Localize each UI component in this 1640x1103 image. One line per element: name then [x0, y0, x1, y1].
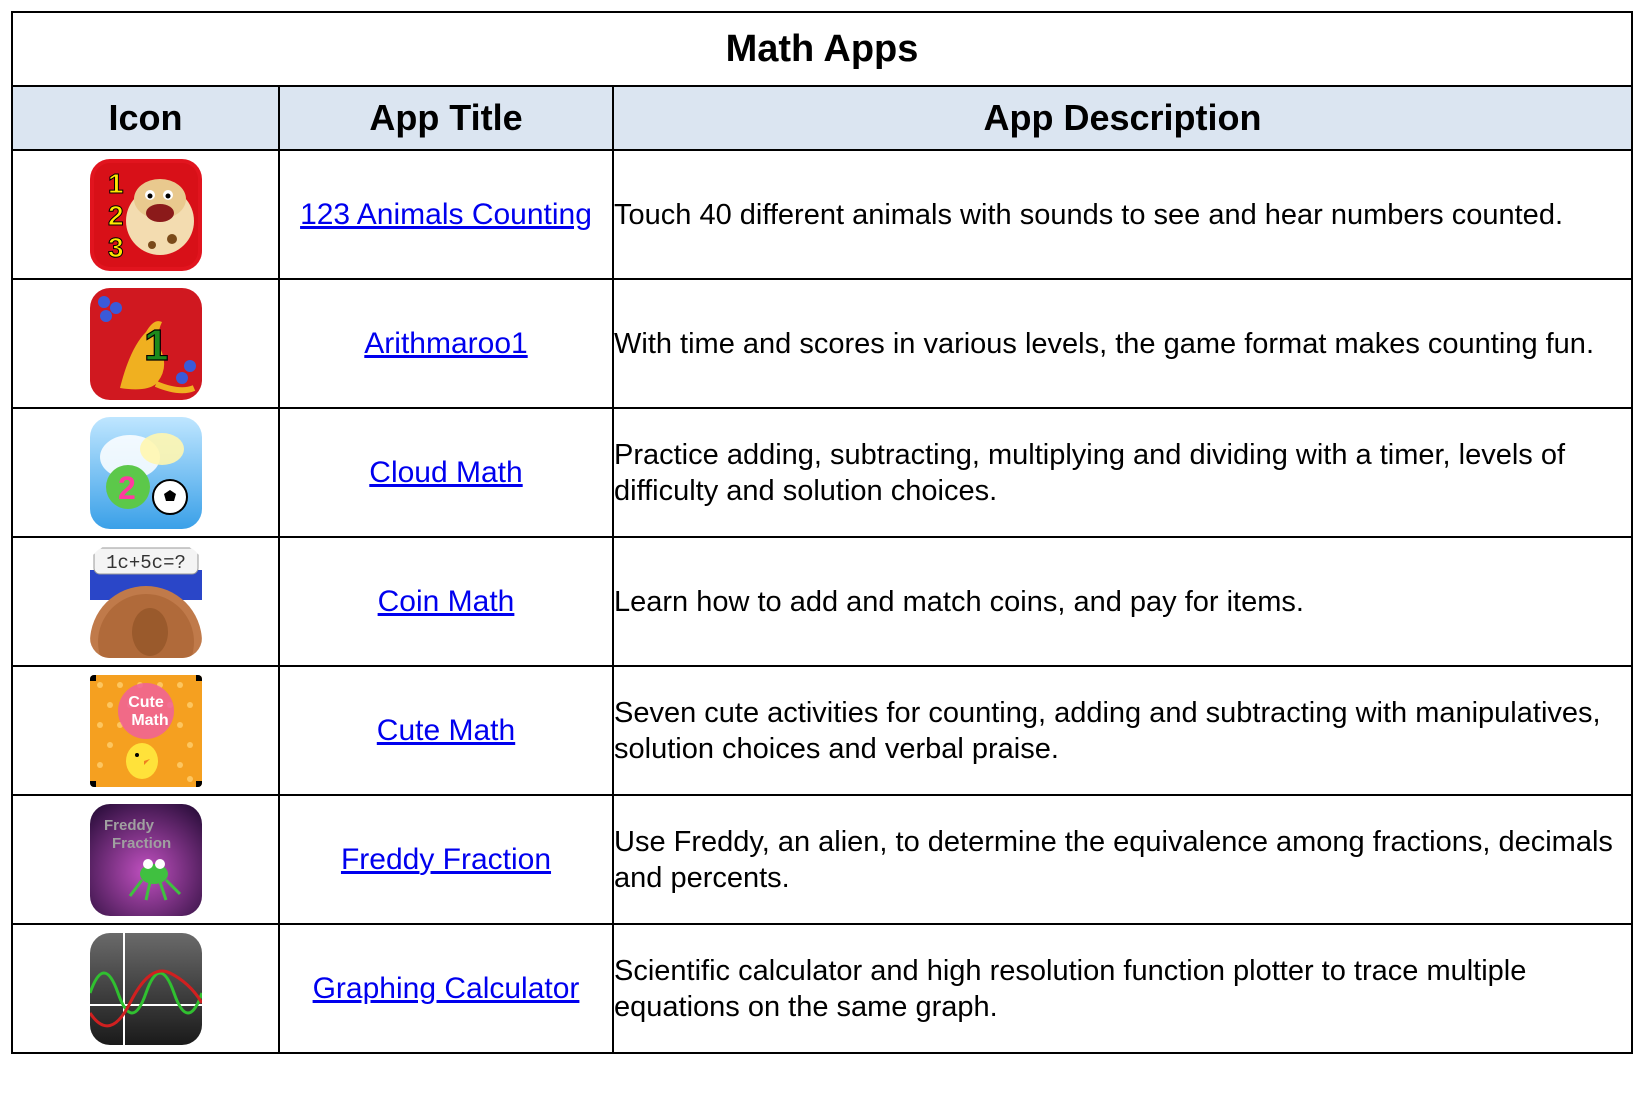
app-description: Seven cute activities for counting, addi… [612, 665, 1633, 796]
table-row: 2 Cloud Math Practice adding, subtractin… [11, 407, 1633, 538]
header-app-title: App Title [278, 85, 614, 151]
table-header-row: Icon App Title App Description [11, 85, 1633, 151]
svg-text:Freddy: Freddy [104, 817, 155, 834]
svg-text:1: 1 [108, 168, 124, 199]
app-description: Use Freddy, an alien, to determine the e… [612, 794, 1633, 925]
icon-cell: 1 [11, 278, 280, 409]
title-cell: Freddy Fraction [278, 794, 614, 925]
coin-math-icon: 1c+5c=? [89, 545, 202, 658]
app-description: Scientific calculator and high resolutio… [612, 923, 1633, 1054]
app-description: Learn how to add and match coins, and pa… [612, 536, 1633, 667]
graphing-calculator-icon [89, 932, 202, 1045]
table-title-row: Math Apps [11, 11, 1633, 87]
title-cell: Coin Math [278, 536, 614, 667]
table-row: 1c+5c=? Coin Math Learn how to add and m… [11, 536, 1633, 667]
title-cell: Arithmaroo1 [278, 278, 614, 409]
app-link-cute-math[interactable]: Cute Math [377, 714, 515, 747]
kangaroo-icon: 1 [89, 287, 202, 400]
math-apps-table: Math Apps Icon App Title App Description [11, 11, 1633, 1054]
app-link-graphing-calculator[interactable]: Graphing Calculator [313, 972, 580, 1005]
table-row: Freddy Fraction Freddy Fraction Use Fred… [11, 794, 1633, 925]
table-row: 1 Arithmaroo1 With time and scores in va… [11, 278, 1633, 409]
table-row: Cute Math Cute Math Seven cute activitie… [11, 665, 1633, 796]
cute-math-icon: Cute Math [89, 674, 202, 787]
title-cell: 123 Animals Counting [278, 149, 614, 280]
svg-text:Fraction: Fraction [112, 835, 171, 852]
header-icon: Icon [11, 85, 280, 151]
app-description: With time and scores in various levels, … [612, 278, 1633, 409]
title-cell: Cloud Math [278, 407, 614, 538]
header-app-description: App Description [612, 85, 1633, 151]
cloud-math-icon: 2 [89, 416, 202, 529]
table-title: Math Apps [11, 11, 1633, 87]
icon-cell [11, 923, 280, 1054]
title-cell: Graphing Calculator [278, 923, 614, 1054]
app-link-coin-math[interactable]: Coin Math [378, 585, 515, 618]
icon-cell: Freddy Fraction [11, 794, 280, 925]
icon-cell: Cute Math [11, 665, 280, 796]
svg-text:1c+5c=?: 1c+5c=? [106, 552, 186, 574]
svg-text:1: 1 [144, 321, 168, 370]
title-cell: Cute Math [278, 665, 614, 796]
app-link-freddy-fraction[interactable]: Freddy Fraction [341, 843, 551, 876]
svg-text:Math: Math [131, 712, 168, 729]
icon-cell: 1 2 3 [11, 149, 280, 280]
app-link-cloud-math[interactable]: Cloud Math [369, 456, 522, 489]
icon-cell: 1c+5c=? [11, 536, 280, 667]
freddy-fraction-icon: Freddy Fraction [89, 803, 202, 916]
app-link-123-animals-counting[interactable]: 123 Animals Counting [300, 198, 592, 231]
svg-text:Cute: Cute [128, 694, 164, 711]
svg-text:2: 2 [108, 200, 124, 231]
app-description: Touch 40 different animals with sounds t… [612, 149, 1633, 280]
icon-cell: 2 [11, 407, 280, 538]
table-row: 1 2 3 123 Animals Counting Touch 40 diff… [11, 149, 1633, 280]
app-description: Practice adding, subtracting, multiplyin… [612, 407, 1633, 538]
animals-counting-icon: 1 2 3 [89, 158, 202, 271]
app-link-arithmaroo1[interactable]: Arithmaroo1 [364, 327, 527, 360]
svg-text:3: 3 [108, 232, 124, 263]
table-row: Graphing Calculator Scientific calculato… [11, 923, 1633, 1054]
svg-text:2: 2 [118, 470, 136, 506]
